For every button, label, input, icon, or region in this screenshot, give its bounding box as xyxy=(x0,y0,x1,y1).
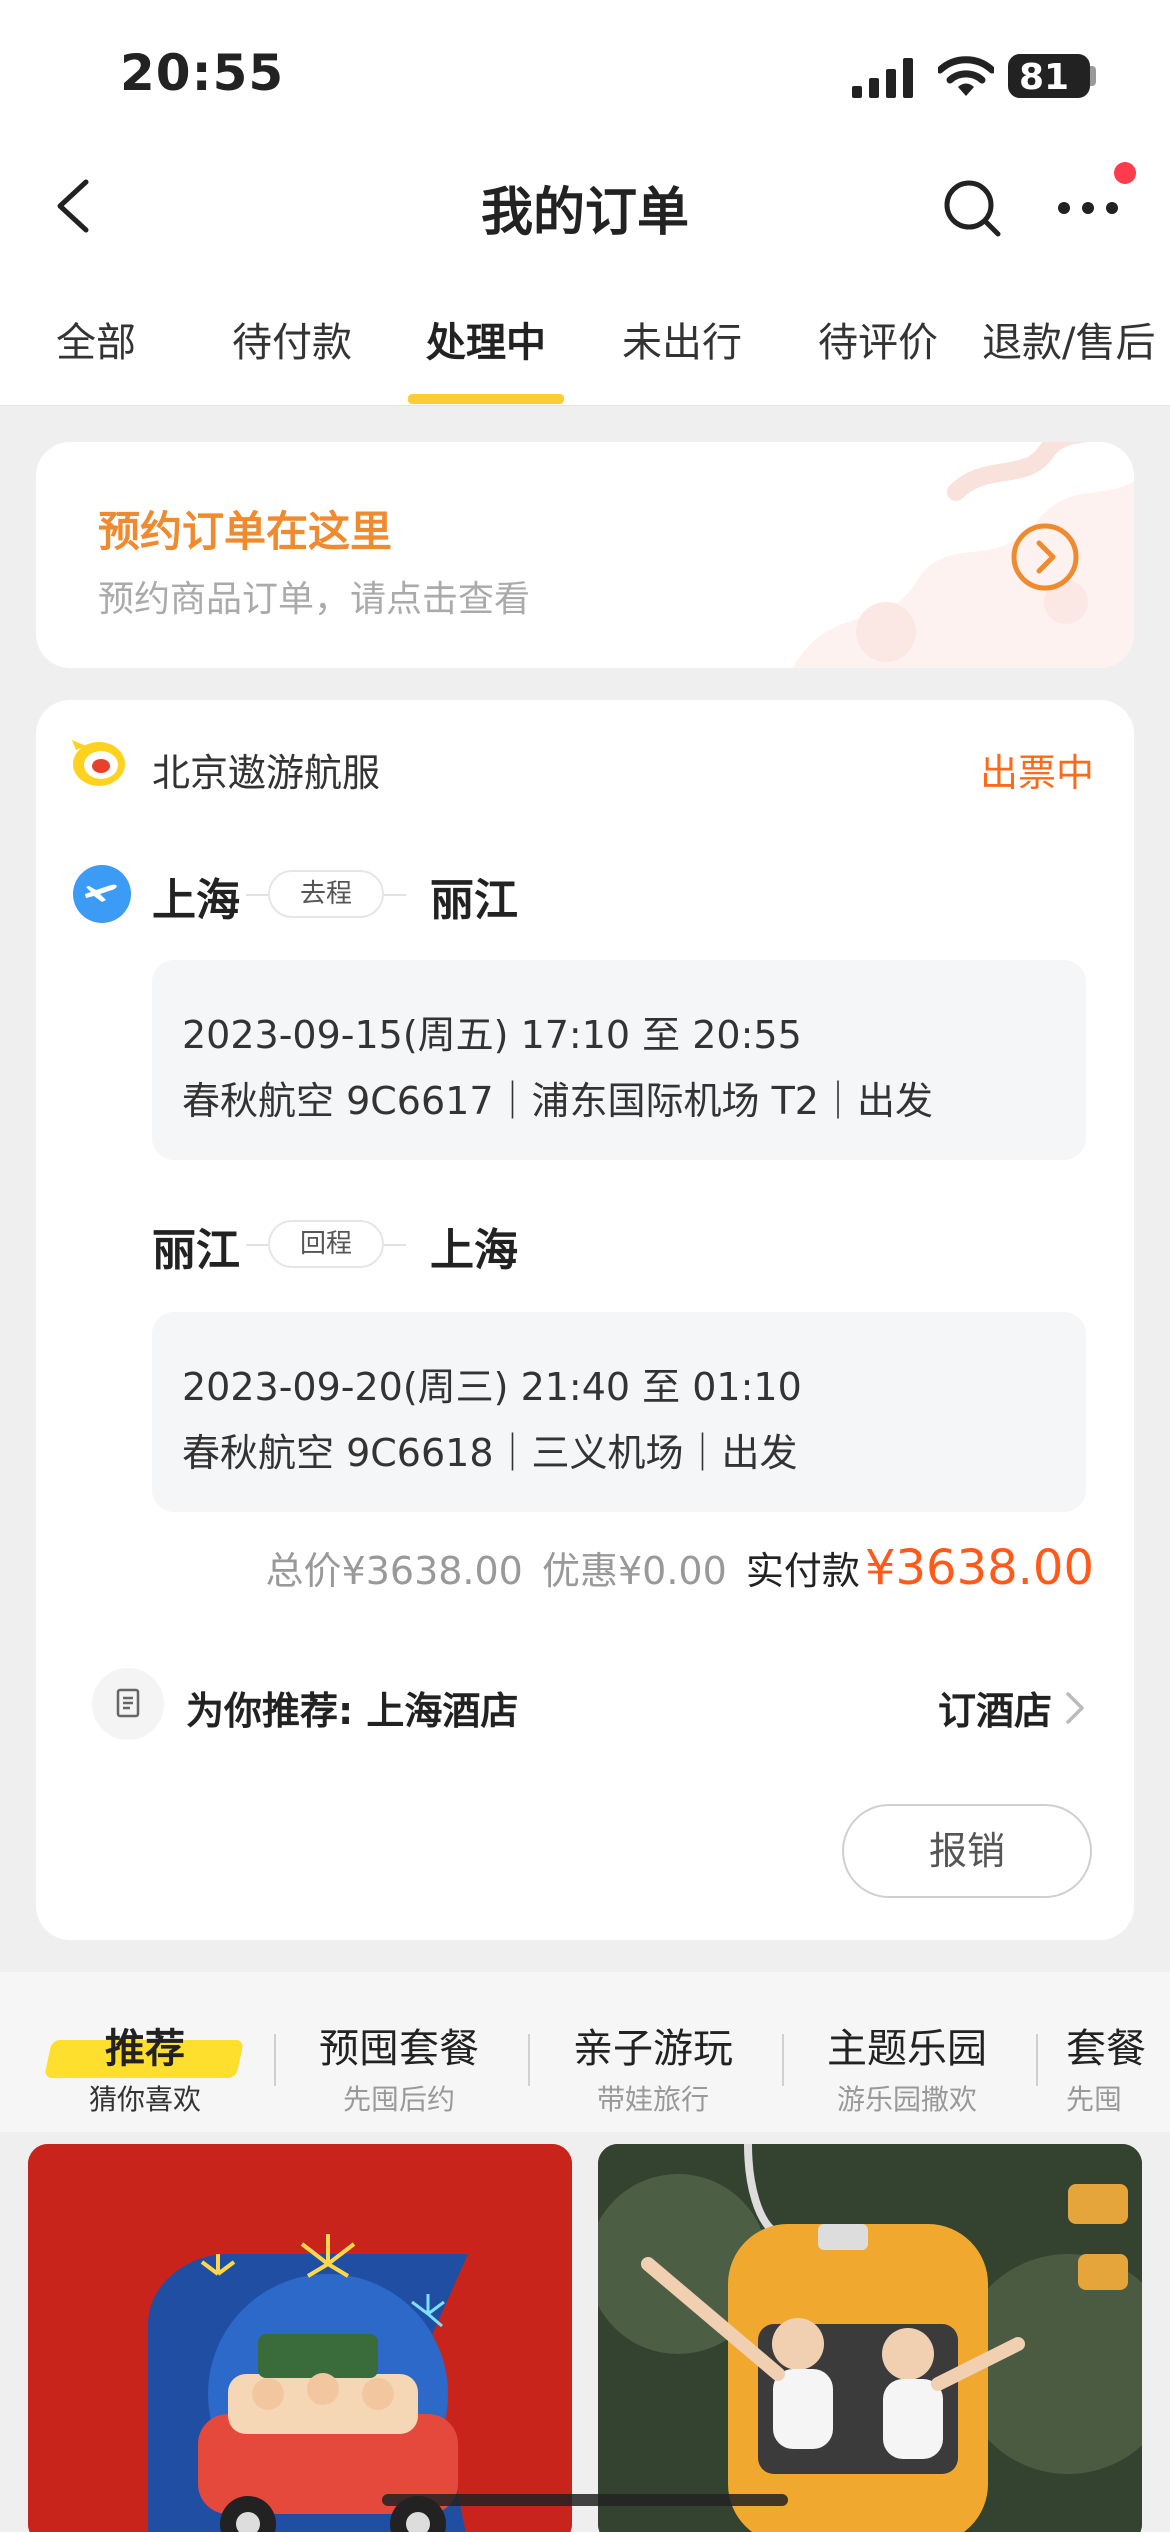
category-subtitle: 游乐园撒欢 xyxy=(836,2083,977,2116)
return-tag: 回程 xyxy=(268,1220,384,1268)
chevron-right-icon[interactable] xyxy=(1062,1686,1088,1730)
return-time: 2023-09-20(周三) 21:40 至 01:10 xyxy=(182,1365,802,1409)
airline-agent-logo-icon xyxy=(72,740,125,786)
status-bar: 20:55 81 xyxy=(0,0,1170,140)
tab-not-traveled[interactable]: 未出行 xyxy=(622,310,742,368)
category-title: 推荐 xyxy=(105,2026,185,2072)
category-tab-family-fun[interactable]: 亲子游玩 带娃旅行 xyxy=(558,2016,748,2118)
tab-refund-aftersales[interactable]: 退款/售后 xyxy=(982,310,1155,368)
status-time: 20:55 xyxy=(120,44,285,102)
promo-subtitle: 预约商品订单，请点击查看 xyxy=(98,579,531,620)
promo-title: 预约订单在这里 xyxy=(98,507,393,556)
battery-icon: 81 xyxy=(1008,54,1090,98)
notification-dot xyxy=(1114,162,1136,184)
product-card-cable-car[interactable] xyxy=(598,2144,1142,2532)
search-icon[interactable] xyxy=(942,178,1002,238)
hotel-recommendation[interactable]: 为你推荐: 上海酒店 xyxy=(186,1680,518,1735)
category-tab-theme-parks[interactable]: 主题乐园 游乐园撒欢 xyxy=(812,2016,1002,2118)
wifi-icon xyxy=(938,56,994,96)
category-title: 预囤套餐 xyxy=(319,2026,479,2072)
category-title: 主题乐园 xyxy=(827,2026,987,2072)
price-summary: 总价¥3638.00 优惠¥0.00 实付款 ¥3638.00 xyxy=(266,1540,1094,1596)
tab-processing[interactable]: 处理中 xyxy=(426,310,546,368)
reimburse-button[interactable]: 报销 xyxy=(842,1804,1092,1898)
tab-all[interactable]: 全部 xyxy=(56,310,136,368)
return-from-city: 丽江 xyxy=(152,1225,240,1276)
outbound-to-city: 丽江 xyxy=(430,875,518,926)
divider xyxy=(528,2034,530,2086)
active-tab-indicator xyxy=(408,394,564,404)
discount-amount: 优惠¥0.00 xyxy=(541,1549,727,1593)
circle-arrow-right-icon[interactable] xyxy=(1010,522,1080,592)
category-title: 亲子游玩 xyxy=(573,2026,733,2072)
category-subtitle: 猜你喜欢 xyxy=(88,2083,201,2116)
paid-label: 实付款 xyxy=(745,1549,860,1593)
tab-pending-payment[interactable]: 待付款 xyxy=(232,310,352,368)
return-to-city: 上海 xyxy=(430,1225,518,1276)
reservation-orders-card[interactable]: 预约订单在这里 预约商品订单，请点击查看 xyxy=(36,442,1134,668)
outbound-segment-details: 2023-09-15(周五) 17:10 至 20:55 春秋航空 9C6617… xyxy=(152,960,1086,1160)
category-subtitle: 带娃旅行 xyxy=(596,2083,709,2116)
order-tabs: 全部 待付款 处理中 未出行 待评价 退款/售后 xyxy=(0,270,1170,406)
family-car-trip-illustration xyxy=(28,2144,572,2532)
product-card-family-trip[interactable] xyxy=(28,2144,572,2532)
outbound-time: 2023-09-15(周五) 17:10 至 20:55 xyxy=(182,1013,802,1057)
category-tab-recommend[interactable]: 推荐 猜你喜欢 xyxy=(60,2016,230,2118)
divider xyxy=(782,2034,784,2086)
category-tab-packages[interactable]: 套餐 先囤 xyxy=(1066,2016,1170,2118)
category-subtitle: 先囤后约 xyxy=(342,2083,455,2116)
battery-level: 81 xyxy=(1018,57,1070,98)
total-price: 总价¥3638.00 xyxy=(265,1549,523,1593)
home-indicator xyxy=(382,2494,788,2506)
airline-agent-name: 北京遨游航服 xyxy=(152,751,381,795)
nav-bar: 我的订单 xyxy=(0,140,1170,270)
category-subtitle: 先囤 xyxy=(1066,2083,1123,2116)
paid-amount: ¥3638.00 xyxy=(864,1540,1094,1596)
category-tab-prepaid-packages[interactable]: 预囤套餐 先囤后约 xyxy=(304,2016,494,2118)
outbound-from-city: 上海 xyxy=(152,875,240,926)
outbound-route: 上海 去程 丽江 xyxy=(152,864,652,926)
book-hotel-link[interactable]: 订酒店 xyxy=(938,1680,1052,1735)
airplane-icon xyxy=(73,865,131,923)
category-title: 套餐 xyxy=(1066,2026,1146,2072)
outbound-flight-detail: 春秋航空 9C6617｜浦东国际机场 T2｜出发 xyxy=(182,1079,933,1123)
divider xyxy=(274,2034,276,2086)
more-options-icon[interactable] xyxy=(1056,196,1120,220)
recommendation-category-tabs: 推荐 猜你喜欢 预囤套餐 先囤后约 亲子游玩 带娃旅行 主题乐园 游乐园撒欢 套… xyxy=(0,1972,1170,2132)
order-status: 出票中 xyxy=(979,751,1094,795)
outbound-tag: 去程 xyxy=(268,870,384,918)
return-flight-detail: 春秋航空 9C6618｜三义机场｜出发 xyxy=(182,1431,798,1475)
flight-order-card[interactable]: 北京遨游航服 出票中 上海 去程 丽江 2023-09-15(周五) 17:10… xyxy=(36,700,1134,1940)
battery-cap xyxy=(1090,66,1096,86)
return-segment-details: 2023-09-20(周三) 21:40 至 01:10 春秋航空 9C6618… xyxy=(152,1312,1086,1512)
return-route: 丽江 回程 上海 xyxy=(152,1214,652,1276)
cable-car-photo xyxy=(598,2144,1142,2532)
cellular-signal-icon xyxy=(852,58,913,98)
divider xyxy=(1036,2034,1038,2086)
document-icon xyxy=(92,1668,164,1740)
tab-pending-review[interactable]: 待评价 xyxy=(818,310,938,368)
